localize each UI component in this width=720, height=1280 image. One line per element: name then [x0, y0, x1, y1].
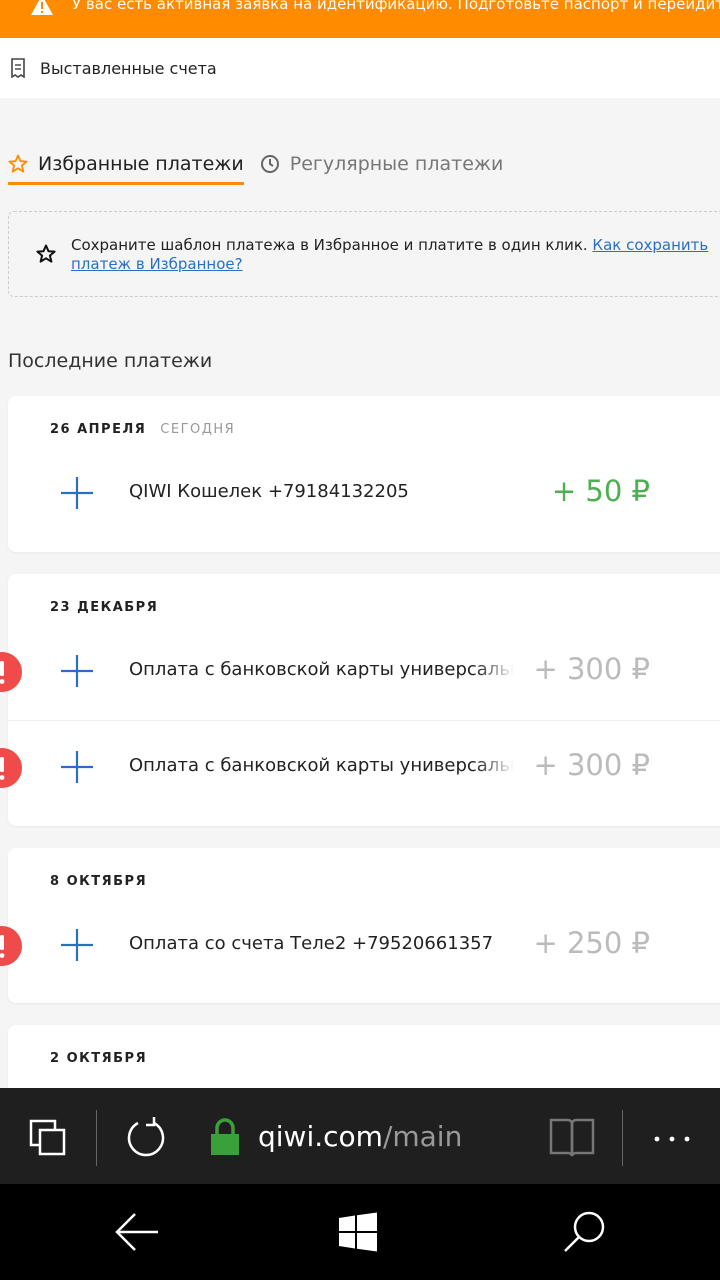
plus-icon[interactable] [60, 928, 94, 962]
payment-name: QIWI Кошелек +79184132205 [129, 481, 409, 502]
plus-icon[interactable] [60, 476, 94, 510]
error-icon [0, 926, 22, 966]
hint-text: Сохраните шаблон платежа в Избранное и п… [71, 236, 711, 274]
lock-icon [211, 1118, 239, 1155]
group-date: 8 ОКТЯБРЯ [50, 874, 147, 889]
tab-favorite-payments[interactable]: Избранные платежи [8, 146, 244, 185]
error-icon [0, 748, 22, 788]
plus-icon[interactable] [60, 750, 94, 784]
identification-warning-banner[interactable]: У вас есть активная заявка на идентифика… [0, 0, 720, 38]
group-date: 2 ОКТЯБРЯ [50, 1051, 147, 1066]
browser-address-bar: qiwi.com/main [0, 1088, 720, 1184]
group-date: 26 АПРЕЛЯ СЕГОДНЯ [50, 422, 235, 437]
payment-group-card: 8 ОКТЯБРЯ Оплата со счета Теле2 +7952066… [0, 848, 720, 1003]
tabs-icon[interactable] [28, 1118, 68, 1158]
tab-regular-label: Регулярные платежи [289, 153, 504, 175]
payment-amount: + 300 ₽ [533, 748, 650, 782]
payment-name: Оплата с банковской карты универсальная [129, 755, 514, 776]
group-date-label: 8 ОКТЯБРЯ [50, 874, 148, 889]
payment-row[interactable]: Оплата со счета Теле2 +79520661357 + 250… [0, 898, 720, 994]
recent-payments-title: Последние платежи [8, 350, 213, 372]
payment-name: Оплата с банковской карты универсальная [129, 659, 514, 680]
url-text[interactable]: qiwi.com/main [258, 1120, 462, 1153]
refresh-icon[interactable] [124, 1116, 168, 1160]
invoices-label: Выставленные счета [40, 58, 217, 78]
payment-amount: + 300 ₽ [533, 652, 650, 686]
payment-row[interactable]: Оплата с банковской карты универсальная … [0, 720, 720, 816]
tab-regular-payments[interactable]: Регулярные платежи [260, 146, 504, 182]
payment-amount: + 250 ₽ [533, 926, 650, 960]
clock-icon [260, 155, 279, 173]
url-domain: qiwi.com [258, 1120, 383, 1153]
payment-name: Оплата со счета Теле2 +79520661357 [129, 933, 494, 954]
reading-view-icon[interactable] [548, 1116, 596, 1160]
payment-group-card: 26 АПРЕЛЯ СЕГОДНЯ QIWI Кошелек +791841322… [8, 396, 720, 552]
group-date: 23 ДЕКАБРЯ [50, 600, 158, 615]
url-path: /main [382, 1120, 463, 1153]
invoices-link[interactable]: Выставленные счета [0, 38, 720, 98]
payment-amount: + 50 ₽ [551, 474, 650, 508]
hint-message: Сохраните шаблон платежа в Избранное и п… [71, 236, 593, 254]
back-arrow-icon[interactable] [114, 1212, 160, 1252]
group-date-label: 23 ДЕКАБРЯ [50, 600, 159, 615]
star-outline-icon [36, 244, 56, 263]
system-navigation-bar [0, 1184, 720, 1280]
payment-row[interactable]: Оплата с банковской карты универсальная … [0, 624, 720, 720]
warning-icon [31, 0, 53, 15]
payment-row[interactable]: QIWI Кошелек +79184132205 + 50 ₽ [8, 446, 720, 542]
favorites-hint: Сохраните шаблон платежа в Избранное и п… [8, 211, 720, 297]
windows-icon[interactable] [338, 1212, 378, 1252]
star-outline-icon [8, 154, 28, 173]
search-icon[interactable] [562, 1210, 606, 1254]
payment-group-card: 23 ДЕКАБРЯ Оплата с банковской карты уни… [0, 574, 720, 826]
tab-favorite-label: Избранные платежи [38, 153, 244, 175]
today-badge: СЕГОДНЯ [160, 422, 236, 437]
error-icon [0, 652, 22, 692]
toolbar-separator [622, 1110, 623, 1166]
receipt-icon [11, 58, 25, 78]
group-date-label: 2 ОКТЯБРЯ [50, 1051, 148, 1066]
payments-tabs: Избранные платежи Регулярные платежи [8, 146, 519, 186]
warning-text: У вас есть активная заявка на идентифика… [72, 0, 720, 13]
group-date-label: 26 АПРЕЛЯ [50, 422, 147, 437]
more-icon[interactable] [654, 1136, 690, 1142]
plus-icon[interactable] [60, 654, 94, 688]
toolbar-separator [96, 1110, 97, 1166]
